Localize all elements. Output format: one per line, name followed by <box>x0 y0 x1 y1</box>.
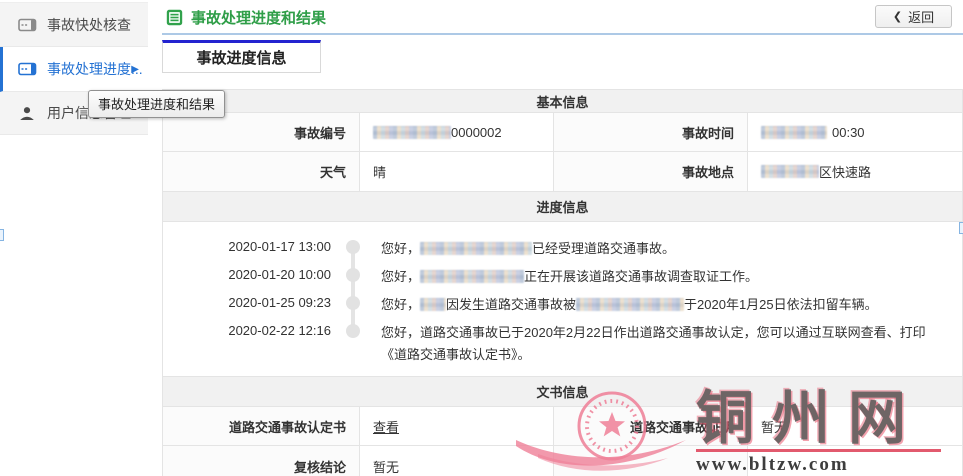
accident-no-value: 0000002 <box>360 113 554 151</box>
proof-value: 暂无 <box>761 419 788 435</box>
table-row: 复核结论 暂无 <box>163 446 962 476</box>
progress-message: 您好， 已经受理道路交通事故。 <box>381 241 676 256</box>
back-button[interactable]: ❮ 返回 <box>875 5 952 28</box>
sidebar-item-label: 事故快处核查 <box>47 16 131 33</box>
page-title: 事故处理进度和结果 <box>166 7 326 28</box>
location-value: 区快速路 <box>748 152 962 191</box>
app-window: 事故快处核查 事故处理进度... ▶ 用户信息管理 事故处理进度和结果 事故处理… <box>0 0 963 476</box>
progress-message: 您好，道路交通事故已于2020年2月22日作出道路交通事故认定，您可以通过互联网… <box>381 325 926 362</box>
redacted-text <box>761 125 827 139</box>
chevron-right-icon: ▶ <box>131 63 139 75</box>
redacted-text <box>761 165 819 178</box>
progress-time: 2020-01-20 10:00 <box>228 267 331 282</box>
progress-message: 您好， 因发生道路交通事故被 于2020年1月25日依法扣留车辆。 <box>381 297 878 312</box>
timeline-dot <box>346 296 360 310</box>
verdict-cell: 查看 <box>360 407 554 445</box>
review-value: 暂无 <box>360 446 554 476</box>
verdict-label: 道路交通事故认定书 <box>163 407 360 445</box>
redacted-text <box>373 125 451 139</box>
table-row: 事故编号 0000002 事故时间 00:30 <box>163 113 962 152</box>
menu-tooltip: 事故处理进度和结果 <box>88 90 226 118</box>
redacted-text <box>576 298 685 311</box>
right-edge-mark <box>959 222 963 234</box>
progress-time: 2020-02-22 12:16 <box>228 323 331 338</box>
table-row: 天气 晴 事故地点 区快速路 <box>163 152 962 192</box>
timeline-line <box>351 247 355 333</box>
redacted-text <box>420 270 525 283</box>
sidebar-item-progress[interactable]: 事故处理进度... ▶ <box>0 47 148 92</box>
redacted-text <box>420 298 447 311</box>
tab-label: 事故进度信息 <box>196 50 287 67</box>
back-button-label: 返回 <box>908 10 935 25</box>
accident-time-label: 事故时间 <box>554 113 748 151</box>
chevron-left-icon: ❮ <box>892 11 903 23</box>
sidebar-item-label: 事故处理进度... <box>47 61 143 77</box>
accident-no-label: 事故编号 <box>163 113 360 151</box>
plate-icon <box>17 62 37 76</box>
progress-time: 2020-01-25 09:23 <box>228 295 331 310</box>
plate-icon <box>17 18 37 32</box>
timeline-dot <box>346 268 360 282</box>
weather-value: 晴 <box>360 152 554 191</box>
left-edge-mark <box>0 229 4 241</box>
page-title-text: 事故处理进度和结果 <box>191 10 327 27</box>
empty-value-cell <box>748 446 962 476</box>
sidebar: 事故快处核查 事故处理进度... ▶ 用户信息管理 事故处理进度和结果 <box>0 0 226 476</box>
empty-label-cell <box>554 446 748 476</box>
progress-message: 您好， 正在开展该道路交通事故调查取证工作。 <box>381 269 759 284</box>
view-link[interactable]: 查看 <box>373 417 399 436</box>
list-icon <box>166 9 183 26</box>
user-icon <box>17 106 37 121</box>
timeline-dot <box>346 240 360 254</box>
table-row: 道路交通事故认定书 查看 道路交通事故证明 暂无 <box>163 407 962 446</box>
redacted-text <box>420 242 533 255</box>
section-header-progress-info: 进度信息 <box>163 192 962 222</box>
detail-table: 基本信息 事故编号 0000002 事故时间 00:30 天气 晴 事故地点 区… <box>162 89 963 476</box>
location-label: 事故地点 <box>554 152 748 191</box>
header-divider <box>162 33 963 35</box>
progress-timeline: 2020-01-17 13:00 您好， 已经受理道路交通事故。 2020-01-… <box>163 222 962 377</box>
progress-time: 2020-01-17 13:00 <box>228 239 331 254</box>
sidebar-item-quick-check[interactable]: 事故快处核查 <box>0 2 148 47</box>
proof-label: 道路交通事故证明 <box>554 407 748 445</box>
timeline-dot <box>346 324 360 338</box>
weather-label: 天气 <box>163 152 360 191</box>
tab-accident-progress[interactable]: 事故进度信息 <box>162 40 321 73</box>
section-header-document-info: 文书信息 <box>163 377 962 407</box>
review-label: 复核结论 <box>163 446 360 476</box>
accident-time-value: 00:30 <box>748 113 962 151</box>
section-header-basic-info: 基本信息 <box>163 90 962 113</box>
